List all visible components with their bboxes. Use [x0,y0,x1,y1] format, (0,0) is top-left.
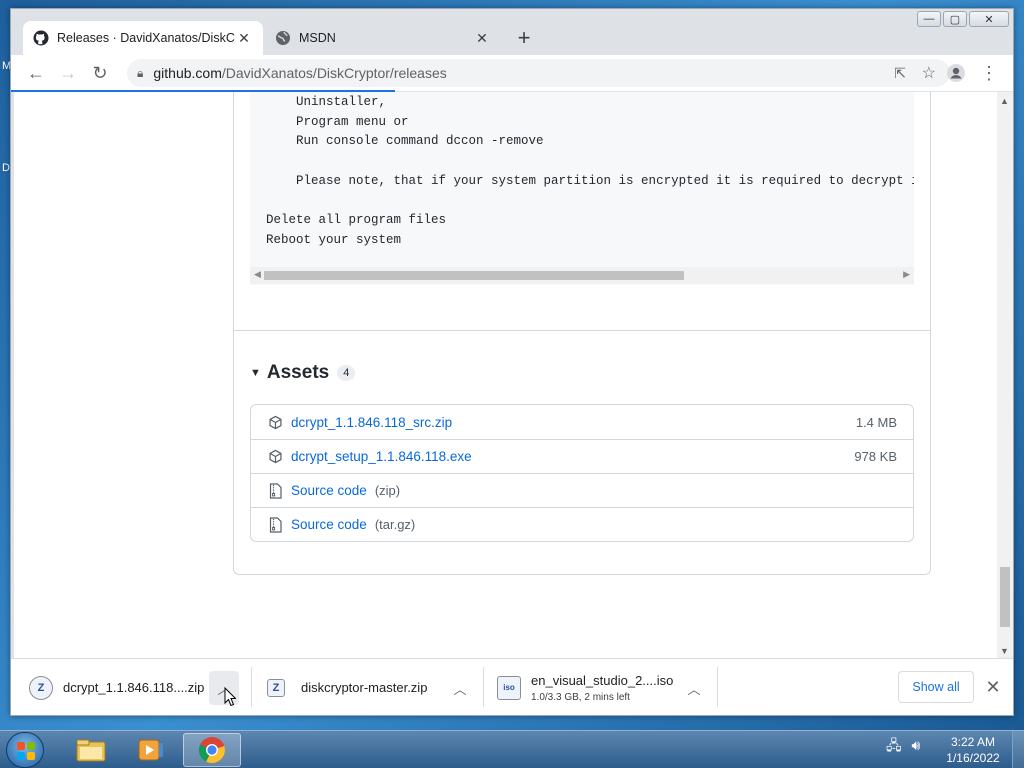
caret-down-icon: ▼ [250,367,261,379]
browser-window: Releases · DavidXanatos/DiskCryptor ✕ MS… [10,8,1014,716]
system-tray: 🖧︎ 🔊︎ [886,735,920,759]
scroll-up-icon[interactable]: ▲ [1000,96,1009,106]
desktop-icon-label: D [2,162,10,174]
scrollbar-thumb[interactable] [1000,567,1010,627]
taskbar: 🖧︎ 🔊︎ 3:22 AM 1/16/2022 [0,730,1024,768]
explorer-icon[interactable] [62,733,120,767]
address-bar[interactable]: 🔒︎ github.com/DavidXanatos/DiskCryptor/r… [127,59,950,87]
download-filename: diskcryptor-master.zip [301,680,428,695]
windows-logo-icon [17,742,35,760]
tab-title: MSDN [299,31,336,45]
code-line: Program menu or [266,114,409,129]
asset-format: (tar.gz) [374,517,416,532]
asset-row: dcrypt_1.1.846.118_src.zip 1.4 MB [251,405,913,439]
globe-icon [276,31,290,45]
zip-file-icon: Z [267,678,285,697]
asset-row: Source code (tar.gz) [251,507,913,541]
asset-format: (zip) [374,483,401,498]
network-icon[interactable]: 🖧︎ [886,737,902,753]
code-line: Reboot your system [266,232,402,247]
download-item[interactable]: Z diskcryptor-master.zip ︿ [267,659,481,716]
scroll-left-icon[interactable]: ◀ [254,269,261,280]
page-vertical-scrollbar[interactable]: ▲ ▼ [997,92,1013,658]
bookmark-star-icon[interactable]: ☆ [922,63,936,83]
file-zip-icon [267,482,283,499]
chrome-icon[interactable] [183,733,241,767]
code-line: Please note, that if your system partiti… [266,173,914,188]
code-block: Uninstaller, Program menu or Run console… [250,92,914,285]
menu-kebab-icon[interactable]: ⋮ [974,58,1004,88]
github-icon [33,30,49,46]
scrollbar-thumb[interactable] [264,271,684,280]
url-path: /DavidXanatos/DiskCryptor/releases [221,65,447,81]
download-item[interactable]: Z dcrypt_1.1.846.118....zip ︿ [29,659,251,716]
minimize-button[interactable]: — [917,11,941,27]
code-line: Uninstaller, [266,95,387,109]
file-zip-icon [267,516,283,533]
close-shelf-icon[interactable]: ✕ [983,675,1003,699]
zip-file-icon: Z [29,675,53,700]
asset-size: 1.4 MB [855,414,897,430]
asset-row: Source code (zip) [251,473,913,507]
page-content: Uninstaller, Program menu or Run console… [14,92,997,658]
media-player-icon[interactable] [122,733,180,767]
show-desktop-button[interactable] [1012,731,1024,768]
share-icon[interactable]: ⇱ [894,65,906,82]
download-item[interactable]: iso en_visual_studio_2....iso 1.0/3.3 GB… [497,659,717,716]
asset-link[interactable]: dcrypt_1.1.846.118_src.zip [291,415,452,430]
code-text: Uninstaller, Program menu or Run console… [266,93,914,251]
section-divider [233,330,930,331]
code-line: Run console command dccon -remove [266,134,544,149]
chevron-up-icon[interactable]: ︿ [679,671,709,705]
tab-msdn[interactable]: MSDN ✕ [265,21,501,55]
clock-date: 1/16/2022 [946,751,1000,765]
assets-toggle[interactable]: ▼ Assets 4 [250,362,356,384]
url-host: github.com [153,65,222,81]
tab-strip: Releases · DavidXanatos/DiskCryptor ✕ MS… [11,9,1013,55]
browser-toolbar: ← → ↻ 🔒︎ github.com/DavidXanatos/DiskCry… [11,55,1013,91]
lock-icon: 🔒︎ [137,65,144,80]
assets-count-badge: 4 [337,365,356,381]
download-status: 1.0/3.3 GB, 2 mins left [531,691,630,703]
assets-heading: Assets [266,362,330,383]
clock-time: 3:22 AM [950,735,996,749]
volume-icon[interactable]: 🔊︎ [912,737,921,753]
forward-icon[interactable]: → [53,58,83,88]
asset-list: dcrypt_1.1.846.118_src.zip 1.4 MB dcrypt_s… [250,404,914,542]
profile-icon[interactable] [941,58,971,88]
asset-link[interactable]: dcrypt_setup_1.1.846.118.exe [291,449,472,464]
chevron-up-icon[interactable]: ︿ [445,671,475,705]
mouse-cursor-icon [224,687,236,707]
close-tab-icon[interactable]: ✕ [473,29,491,47]
asset-link[interactable]: Source code [291,483,367,498]
iso-file-icon: iso [497,675,521,700]
code-line: Delete all program files [266,213,447,228]
asset-size: 978 KB [854,449,897,464]
new-tab-button[interactable]: + [511,25,537,50]
package-icon [267,414,283,430]
show-all-button[interactable]: Show all [898,671,974,703]
code-horizontal-scrollbar[interactable]: ◀ ▶ [250,267,914,284]
tab-title: Releases · DavidXanatos/DiskCryptor [57,31,235,45]
download-filename: dcrypt_1.1.846.118....zip [63,680,205,695]
clock[interactable]: 3:22 AM 1/16/2022 [942,734,1004,766]
close-window-button[interactable]: ✕ [969,11,1009,27]
asset-link[interactable]: Source code [291,517,367,532]
close-tab-icon[interactable]: ✕ [235,29,253,47]
scroll-down-icon[interactable]: ▼ [1000,646,1009,656]
download-shelf: Z dcrypt_1.1.846.118....zip ︿ Z diskcryp… [11,658,1013,715]
tab-releases[interactable]: Releases · DavidXanatos/DiskCryptor ✕ [23,21,263,55]
maximize-button[interactable]: ▢ [943,11,967,27]
back-icon[interactable]: ← [21,58,51,88]
reload-icon[interactable]: ↻ [85,58,115,88]
start-button[interactable] [6,732,44,768]
asset-row: dcrypt_setup_1.1.846.118.exe 978 KB [251,439,913,473]
download-filename: en_visual_studio_2....iso [531,672,674,688]
package-icon [267,449,283,465]
scroll-right-icon[interactable]: ▶ [903,269,910,280]
